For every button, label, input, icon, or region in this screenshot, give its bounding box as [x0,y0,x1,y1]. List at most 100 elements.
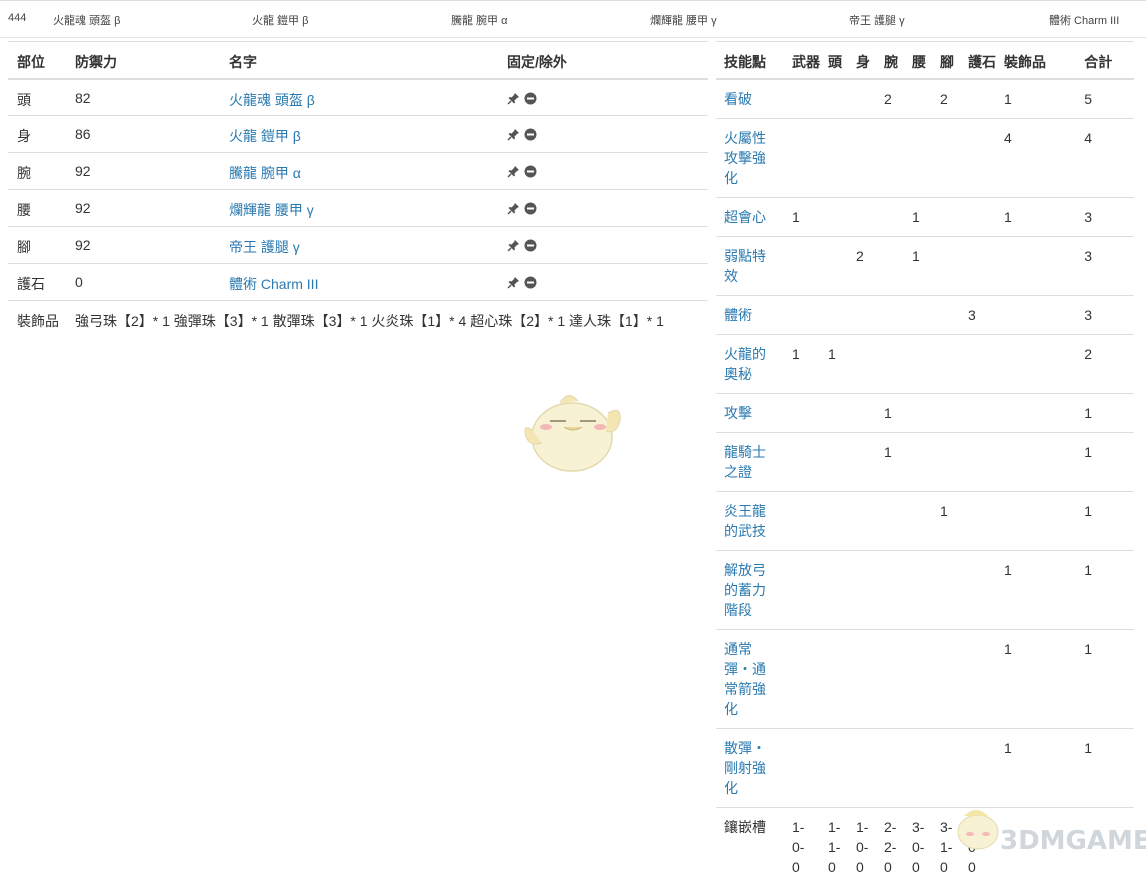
slot-value: 1-0-0 [792,818,805,875]
header-body: 身 [848,41,876,80]
skill-link[interactable]: 火屬性攻擊強化 [724,130,766,186]
skill-points-cell: 1 [932,490,960,550]
skill-points-cell [848,294,876,334]
skill-points-cell [960,79,996,119]
skills-table: 技能點 武器 頭 身 腕 腰 腳 護石 裝飾品 合計 看破 2 2 1 5 火屬性攻擊強化… [716,41,1134,886]
exclude-icon[interactable] [524,92,537,105]
skill-points-cell [820,117,848,197]
table-row: 體術 3 3 [716,294,1134,334]
skill-points-cell [848,431,876,491]
skill-points-cell [784,392,820,432]
skill-points-cell [996,294,1077,334]
skill-points-cell [784,549,820,629]
pin-icon[interactable] [507,276,520,289]
pin-icon[interactable] [507,92,520,105]
skill-link[interactable]: 攻擊 [724,405,752,421]
table-row: 龍騎士之證 1 1 [716,431,1134,491]
header-legs: 腳 [932,41,960,80]
skill-points-cell [932,333,960,393]
skill-points-cell [820,628,848,728]
header-total: 合計 [1076,41,1134,80]
skill-points-cell: 3 [1076,235,1134,295]
equipment-link[interactable]: 火龍魂 頭盔 β [229,92,315,108]
skill-link[interactable]: 龍騎士之證 [724,444,766,480]
equipment-link[interactable]: 騰龍 腕甲 α [229,165,301,181]
skill-points-cell [876,490,904,550]
skill-points-cell: 1 [1076,392,1134,432]
skill-points-cell [932,294,960,334]
equipment-link[interactable]: 帝王 護腿 γ [229,239,300,255]
skill-link[interactable]: 體術 [724,307,752,323]
watermark-text: 3DMGAME [1000,826,1146,856]
equipment-header-row: 部位 防禦力 名字 固定/除外 [8,41,708,80]
skill-points-cell [960,235,996,295]
exclude-icon[interactable] [524,165,537,178]
decorations-row: 裝飾品 強弓珠【2】* 1 強彈珠【3】* 1 散彈珠【3】* 1 火炎珠【1】… [8,300,708,338]
skill-points-cell: 1 [996,196,1077,236]
skill-link[interactable]: 通常彈・通常箭強化 [724,641,766,717]
skill-points-cell [820,235,848,295]
summary-charm: 體術 Charm III [1049,15,1120,27]
defense-cell: 92 [66,152,220,190]
slot-value: 2-2-0 [884,818,897,875]
exclude-icon[interactable] [524,202,537,215]
pin-icon[interactable] [507,128,520,141]
equipment-link[interactable]: 體術 Charm III [229,276,318,292]
exclude-icon[interactable] [524,239,537,252]
skill-points-cell [784,431,820,491]
pin-icon[interactable] [507,202,520,215]
skill-points-cell: 1 [996,549,1077,629]
skill-points-cell: 3 [1076,196,1134,236]
summary-body: 火龍 鎧甲 β [252,15,309,27]
skill-points-cell [784,628,820,728]
skill-points-cell [932,117,960,197]
header-skill: 技能點 [716,41,784,80]
equipment-link[interactable]: 爛輝龍 腰甲 γ [229,202,314,218]
skill-points-cell [932,549,960,629]
skill-points-cell: 1 [1076,549,1134,629]
skill-points-cell [876,294,904,334]
skill-points-cell: 1 [784,333,820,393]
skill-points-cell [932,196,960,236]
skill-link[interactable]: 火龍的奧秘 [724,346,766,382]
skill-link[interactable]: 散彈・剛射強化 [724,740,766,796]
part-cell: 腕 [8,152,66,190]
equipment-link[interactable]: 火龍 鎧甲 β [229,128,301,144]
skill-points-cell [848,727,876,807]
skill-points-cell [848,392,876,432]
skill-link[interactable]: 炎王龍的武技 [724,503,766,539]
part-cell: 腳 [8,226,66,264]
summary-arms: 騰龍 腕甲 α [451,15,508,27]
skill-link[interactable]: 弱點特效 [724,248,766,284]
pin-icon[interactable] [507,239,520,252]
skill-points-cell [932,727,960,807]
skill-points-cell [996,490,1077,550]
skill-points-cell: 5 [1084,90,1093,107]
table-row: 散彈・剛射強化 1 1 [716,727,1134,807]
skill-points-cell [848,333,876,393]
decorations-label: 裝飾品 [8,300,66,338]
table-row: 火屬性攻擊強化 4 4 [716,117,1134,197]
skill-points-cell: 1 [1076,727,1134,807]
skill-points-cell [876,235,904,295]
skill-points-cell: 1 [1076,628,1134,728]
skill-points-cell [784,490,820,550]
skill-points-cell: 3 [1076,294,1134,334]
defense-cell: 92 [66,226,220,264]
header-waist: 腰 [904,41,932,80]
skill-points-cell [820,490,848,550]
mascot-illustration [524,395,621,472]
exclude-icon[interactable] [524,276,537,289]
skill-points-cell [904,628,932,728]
defense-cell: 92 [66,189,220,227]
skill-link[interactable]: 超會心 [724,209,766,225]
header-arms: 腕 [876,41,904,80]
header-head: 頭 [820,41,848,80]
exclude-icon[interactable] [524,128,537,141]
skill-link[interactable]: 看破 [724,91,752,107]
skill-points-cell: 1 [876,431,904,491]
skill-points-cell: 3 [960,294,996,334]
pin-icon[interactable] [507,165,520,178]
skill-link[interactable]: 解放弓的蓄力階段 [724,562,766,618]
skill-points-cell [820,392,848,432]
